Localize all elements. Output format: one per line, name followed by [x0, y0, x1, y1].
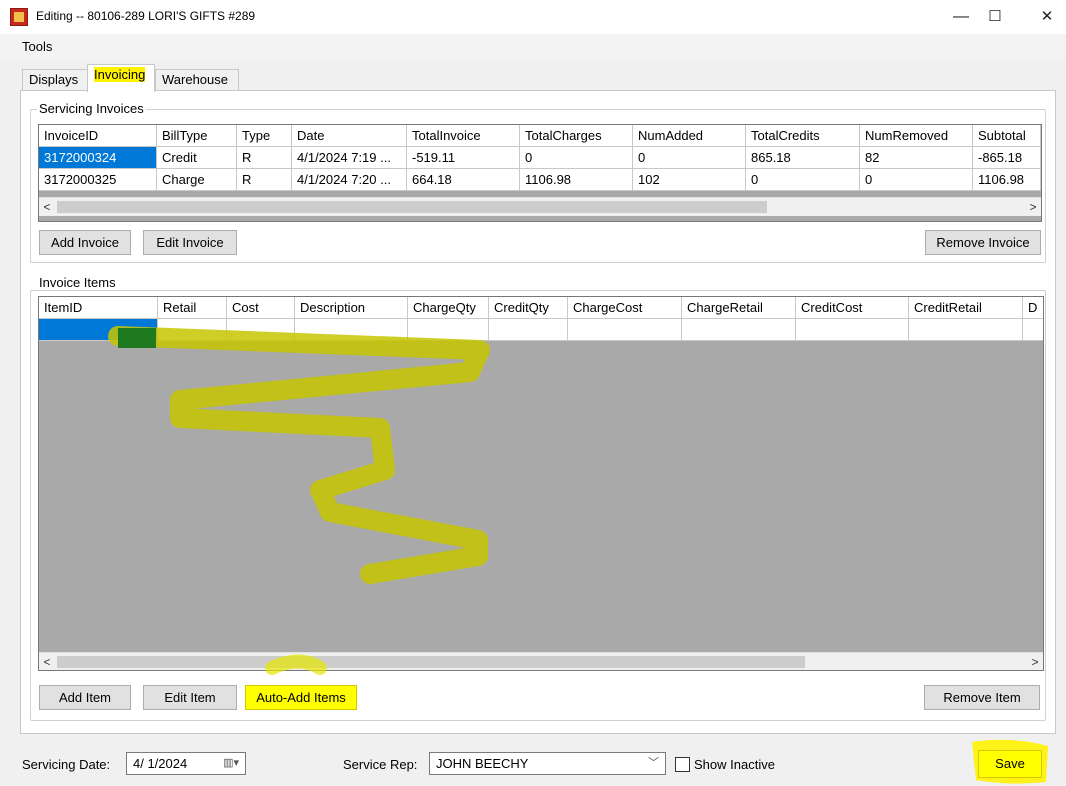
show-inactive-checkbox[interactable] — [675, 757, 690, 772]
edit-invoice-button[interactable]: Edit Invoice — [143, 230, 237, 255]
col-header-totalinvoice[interactable]: TotalInvoice — [407, 125, 520, 147]
cell-chargeretail[interactable] — [682, 319, 796, 341]
save-button[interactable]: Save — [978, 750, 1042, 778]
col-header-description[interactable]: Description — [295, 297, 408, 319]
col-header-creditretail[interactable]: CreditRetail — [909, 297, 1023, 319]
tab-invoicing[interactable]: Invoicing — [87, 64, 155, 92]
cell-creditqty[interactable] — [489, 319, 568, 341]
service-rep-select[interactable]: JOHN BEECHY ﹀ — [429, 752, 666, 775]
cell-totalcredits[interactable]: 865.18 — [746, 147, 860, 169]
col-header-type[interactable]: Type — [237, 125, 292, 147]
servicing-date-label: Servicing Date: — [22, 757, 111, 772]
cell-invoiceid[interactable]: 3172000324 — [39, 147, 157, 169]
invoices-horizontal-scrollbar[interactable]: < > — [39, 197, 1041, 216]
cell-chargeqty[interactable] — [408, 319, 489, 341]
cell-creditcost[interactable] — [796, 319, 909, 341]
cell-invoiceid[interactable]: 3172000325 — [39, 169, 157, 191]
window-title: Editing -- 80106-289 LORI'S GIFTS #289 — [36, 9, 256, 23]
cell-d[interactable] — [1023, 319, 1043, 341]
col-header-totalcredits[interactable]: TotalCredits — [746, 125, 860, 147]
cell-subtotal[interactable]: 1106.98 — [973, 169, 1041, 191]
close-button[interactable]: ✕ — [1024, 4, 1066, 30]
edit-item-button[interactable]: Edit Item — [143, 685, 237, 710]
invoicing-panel: Servicing Invoices InvoiceID BillType Ty… — [20, 90, 1056, 734]
service-rep-label: Service Rep: — [343, 757, 418, 772]
scroll-left-icon[interactable]: < — [39, 653, 55, 670]
items-horizontal-scrollbar[interactable]: < > — [39, 652, 1043, 670]
col-header-billtype[interactable]: BillType — [157, 125, 237, 147]
col-header-d[interactable]: D — [1023, 297, 1043, 319]
col-header-date[interactable]: Date — [292, 125, 407, 147]
col-header-subtotal[interactable]: Subtotal — [973, 125, 1041, 147]
cell-type[interactable]: R — [237, 169, 292, 191]
title-bar: Editing -- 80106-289 LORI'S GIFTS #289 —… — [0, 0, 1066, 34]
cell-creditretail[interactable] — [909, 319, 1023, 341]
scroll-thumb[interactable] — [57, 656, 805, 668]
scroll-right-icon[interactable]: > — [1027, 653, 1043, 670]
cell-billtype[interactable]: Charge — [157, 169, 237, 191]
invoices-grid[interactable]: InvoiceID BillType Type Date TotalInvoic… — [38, 124, 1042, 222]
col-header-chargeqty[interactable]: ChargeQty — [408, 297, 489, 319]
add-item-button[interactable]: Add Item — [39, 685, 131, 710]
cell-itemid[interactable] — [39, 319, 158, 341]
cell-description[interactable] — [295, 319, 408, 341]
cell-totalinvoice[interactable]: 664.18 — [407, 169, 520, 191]
calendar-icon[interactable]: ▥▾ — [223, 753, 239, 774]
cell-numadded[interactable]: 102 — [633, 169, 746, 191]
service-rep-value: JOHN BEECHY — [436, 756, 529, 771]
col-header-creditcost[interactable]: CreditCost — [796, 297, 909, 319]
cell-numadded[interactable]: 0 — [633, 147, 746, 169]
cell-retail[interactable] — [158, 319, 227, 341]
cell-cost[interactable] — [227, 319, 295, 341]
maximize-button[interactable]: ☐ — [972, 4, 1018, 30]
tab-displays[interactable]: Displays — [22, 69, 88, 91]
remove-invoice-button[interactable]: Remove Invoice — [925, 230, 1041, 255]
cell-billtype[interactable]: Credit — [157, 147, 237, 169]
col-header-itemid[interactable]: ItemID — [39, 297, 158, 319]
cell-date[interactable]: 4/1/2024 7:19 ... — [292, 147, 407, 169]
col-header-creditqty[interactable]: CreditQty — [489, 297, 568, 319]
cell-numremoved[interactable]: 82 — [860, 147, 973, 169]
invoice-items-label: Invoice Items — [37, 275, 118, 290]
scroll-thumb[interactable] — [57, 201, 767, 213]
col-header-numadded[interactable]: NumAdded — [633, 125, 746, 147]
invoice-items-grid[interactable]: ItemID Retail Cost Description ChargeQty… — [38, 296, 1044, 671]
menu-bar: Tools — [0, 34, 1066, 60]
col-header-totalcharges[interactable]: TotalCharges — [520, 125, 633, 147]
scroll-left-icon[interactable]: < — [39, 198, 55, 216]
col-header-retail[interactable]: Retail — [158, 297, 227, 319]
remove-item-button[interactable]: Remove Item — [924, 685, 1040, 710]
col-header-numremoved[interactable]: NumRemoved — [860, 125, 973, 147]
app-icon — [10, 8, 28, 26]
cell-totalcharges[interactable]: 1106.98 — [520, 169, 633, 191]
add-invoice-button[interactable]: Add Invoice — [39, 230, 131, 255]
chevron-down-icon[interactable]: ﹀ — [648, 753, 659, 774]
col-header-cost[interactable]: Cost — [227, 297, 295, 319]
cell-date[interactable]: 4/1/2024 7:20 ... — [292, 169, 407, 191]
tab-invoicing-label: Invoicing — [94, 67, 146, 82]
cell-chargecost[interactable] — [568, 319, 682, 341]
servicing-date-picker[interactable]: 4/ 1/2024 ▥▾ — [126, 752, 246, 775]
cell-numremoved[interactable]: 0 — [860, 169, 973, 191]
menu-tools[interactable]: Tools — [22, 39, 52, 54]
scroll-right-icon[interactable]: > — [1025, 198, 1041, 216]
cell-type[interactable]: R — [237, 147, 292, 169]
cell-totalcredits[interactable]: 0 — [746, 169, 860, 191]
show-inactive-label: Show Inactive — [694, 757, 775, 772]
col-header-chargecost[interactable]: ChargeCost — [568, 297, 682, 319]
servicing-date-value: 4/ 1/2024 — [133, 756, 188, 771]
tab-warehouse[interactable]: Warehouse — [155, 69, 239, 91]
col-header-chargeretail[interactable]: ChargeRetail — [682, 297, 796, 319]
cell-totalcharges[interactable]: 0 — [520, 147, 633, 169]
servicing-invoices-label: Servicing Invoices — [37, 101, 146, 116]
auto-add-items-button[interactable]: Auto-Add Items — [245, 685, 357, 710]
col-header-invoiceid[interactable]: InvoiceID — [39, 125, 157, 147]
cell-subtotal[interactable]: -865.18 — [973, 147, 1041, 169]
cell-totalinvoice[interactable]: -519.11 — [407, 147, 520, 169]
